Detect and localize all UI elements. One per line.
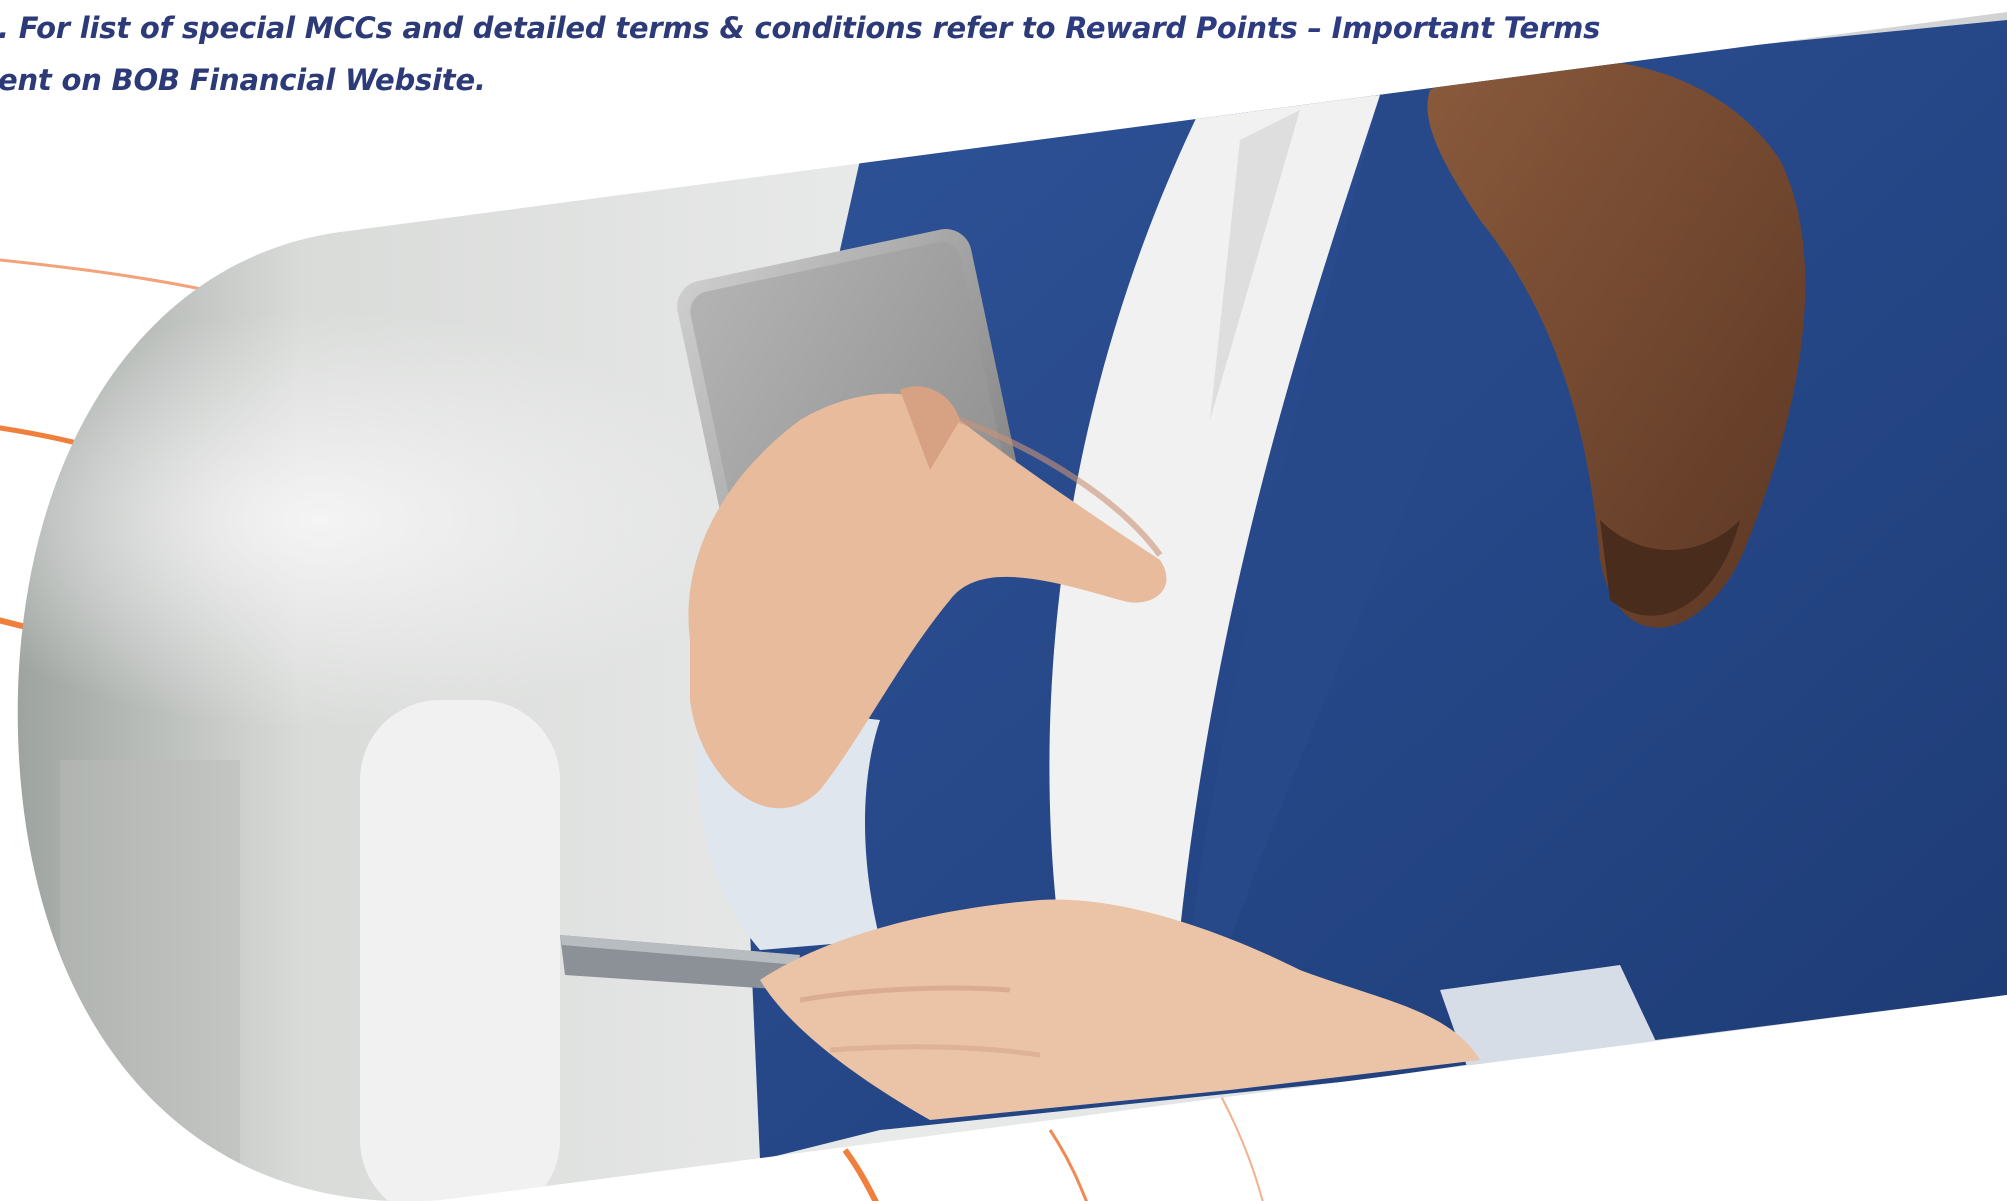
page: . For list of special MCCs and detailed … — [0, 0, 2007, 1201]
hero-image — [17, 12, 2007, 1201]
